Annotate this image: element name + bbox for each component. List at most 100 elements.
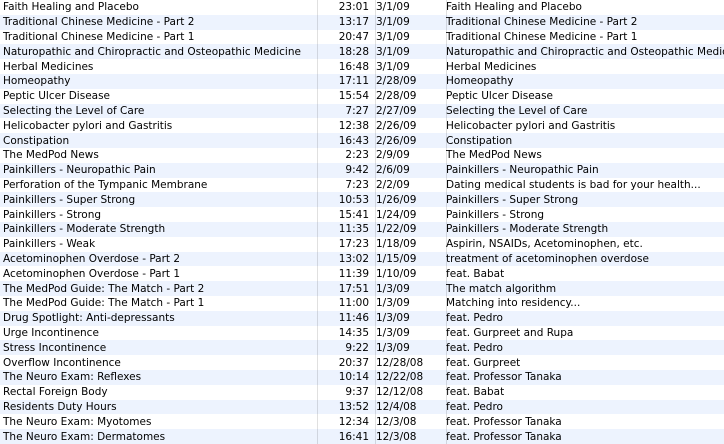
episode-description: Helicobacter pylori and Gastritis: [446, 119, 616, 132]
episode-name: Perforation of the Tympanic Membrane: [3, 178, 208, 191]
episode-release-date: 1/10/09: [376, 267, 417, 280]
episode-name: Faith Healing and Placebo: [3, 1, 139, 14]
episode-name: Urge Incontinence: [3, 326, 99, 339]
table-row[interactable]: The Neuro Exam: Reflexes 10:14 12/22/08 …: [0, 369, 724, 385]
episode-release-date: 2/28/09: [376, 75, 417, 88]
episode-name: Constipation: [3, 134, 70, 147]
episode-description: Painkillers - Neuropathic Pain: [446, 164, 599, 177]
episode-release-date: 3/1/09: [376, 30, 410, 43]
episode-name: The MedPod Guide: The Match - Part 2: [3, 282, 205, 295]
table-row[interactable]: Urge Incontinence 14:35 1/3/09 feat. Gur…: [0, 326, 724, 341]
table-row[interactable]: Rectal Foreign Body 9:37 12/12/08 feat. …: [0, 385, 724, 400]
episode-name: Residents Duty Hours: [3, 400, 117, 413]
table-row[interactable]: Traditional Chinese Medicine - Part 1 20…: [0, 30, 724, 45]
episode-name: Painkillers - Weak: [3, 238, 96, 251]
episode-name: Naturopathic and Chiropractic and Osteop…: [3, 45, 301, 58]
episode-release-date: 1/18/09: [376, 238, 417, 251]
table-row[interactable]: Faith Healing and Placebo 23:01 3/1/09 F…: [0, 0, 724, 15]
episode-time: 15:54: [338, 90, 369, 103]
table-row[interactable]: Stress Incontinence 9:22 1/3/09 feat. Pe…: [0, 340, 724, 356]
episode-release-date: 2/27/09: [376, 104, 417, 117]
episode-name: The Neuro Exam: Myotomes: [3, 415, 152, 428]
column-divider-name: [317, 0, 318, 444]
episode-time: 11:39: [338, 267, 369, 280]
episode-description: The MedPod News: [446, 149, 542, 162]
episode-name: Painkillers - Neuropathic Pain: [3, 164, 156, 177]
episode-name: Overflow Incontinence: [3, 356, 121, 369]
table-row[interactable]: Peptic Ulcer Disease 15:54 2/28/09 Pepti…: [0, 89, 724, 104]
table-row[interactable]: Selecting the Level of Care 7:27 2/27/09…: [0, 103, 724, 119]
episode-name: Drug Spotlight: Anti-depressants: [3, 312, 175, 325]
table-row[interactable]: Drug Spotlight: Anti-depressants 11:46 1…: [0, 310, 724, 326]
episode-release-date: 2/6/09: [376, 164, 410, 177]
table-row[interactable]: Traditional Chinese Medicine - Part 2 13…: [0, 14, 724, 30]
table-row[interactable]: The MedPod Guide: The Match - Part 2 17:…: [0, 281, 724, 296]
table-row[interactable]: Residents Duty Hours 13:52 12/4/08 feat.…: [0, 399, 724, 415]
episode-description: feat. Gurpreet and Rupa: [446, 326, 574, 339]
episode-time: 2:23: [345, 149, 369, 162]
episode-time: 14:35: [338, 326, 369, 339]
table-row[interactable]: Herbal Medicines 16:48 3/1/09 Herbal Med…: [0, 59, 724, 74]
episode-release-date: 1/3/09: [376, 326, 410, 339]
episode-release-date: 3/1/09: [376, 60, 410, 73]
table-row[interactable]: Painkillers - Strong 15:41 1/24/09 Paink…: [0, 207, 724, 222]
episode-name: Painkillers - Strong: [3, 208, 102, 221]
column-divider-time: [375, 0, 376, 444]
episode-time: 12:38: [338, 119, 369, 132]
table-row[interactable]: The MedPod Guide: The Match - Part 1 11:…: [0, 296, 724, 311]
episode-name: The Neuro Exam: Reflexes: [3, 371, 142, 384]
table-row[interactable]: Constipation 16:43 2/26/09 Constipation: [0, 133, 724, 148]
episode-time: 13:17: [338, 16, 369, 29]
episode-description: feat. Babat: [446, 386, 505, 399]
episode-name: The Neuro Exam: Dermatomes: [3, 430, 166, 443]
episode-time: 16:41: [338, 430, 369, 443]
episode-description: Herbal Medicines: [446, 60, 537, 73]
episode-release-date: 12/3/08: [376, 430, 417, 443]
episode-time: 18:28: [338, 45, 369, 58]
table-row[interactable]: Homeopathy 17:11 2/28/09 Homeopathy: [0, 73, 724, 89]
episode-time: 13:02: [338, 252, 369, 265]
episode-name: Rectal Foreign Body: [3, 386, 108, 399]
episode-time: 16:48: [338, 60, 369, 73]
episode-name: Stress Incontinence: [3, 341, 107, 354]
table-row[interactable]: Acetominophen Overdose - Part 1 11:39 1/…: [0, 266, 724, 281]
episode-name: Acetominophen Overdose - Part 1: [3, 267, 181, 280]
episode-description: Traditional Chinese Medicine - Part 2: [446, 16, 638, 29]
episode-release-date: 2/9/09: [376, 149, 410, 162]
episode-release-date: 2/2/09: [376, 178, 410, 191]
table-row[interactable]: Naturopathic and Chiropractic and Osteop…: [0, 44, 724, 60]
table-row[interactable]: Overflow Incontinence 20:37 12/28/08 fea…: [0, 355, 724, 370]
table-row[interactable]: Painkillers - Super Strong 10:53 1/26/09…: [0, 192, 724, 208]
episode-release-date: 12/3/08: [376, 415, 417, 428]
episode-time: 20:47: [338, 30, 369, 43]
episode-release-date: 1/3/09: [376, 297, 410, 310]
episode-release-date: 1/3/09: [376, 282, 410, 295]
table-row[interactable]: Acetominophen Overdose - Part 2 13:02 1/…: [0, 251, 724, 267]
table-row[interactable]: Painkillers - Neuropathic Pain 9:42 2/6/…: [0, 162, 724, 178]
table-row[interactable]: Painkillers - Moderate Strength 11:35 1/…: [0, 221, 724, 237]
episode-name: Homeopathy: [3, 75, 71, 88]
episode-description: Selecting the Level of Care: [446, 104, 588, 117]
table-row[interactable]: Painkillers - Weak 17:23 1/18/09 Aspirin…: [0, 237, 724, 252]
table-row[interactable]: The Neuro Exam: Myotomes 12:34 12/3/08 f…: [0, 414, 724, 429]
episode-description: Matching into residency...: [446, 297, 581, 310]
table-row[interactable]: The MedPod News 2:23 2/9/09 The MedPod N…: [0, 148, 724, 163]
episode-release-date: 12/12/08: [376, 386, 424, 399]
episode-release-date: 1/24/09: [376, 208, 417, 221]
episode-time: 10:53: [338, 193, 369, 206]
episode-time: 17:23: [338, 238, 369, 251]
episode-time: 11:00: [338, 297, 369, 310]
episode-release-date: 12/22/08: [376, 371, 424, 384]
table-row[interactable]: The Neuro Exam: Dermatomes 16:41 12/3/08…: [0, 429, 724, 444]
episode-description: Traditional Chinese Medicine - Part 1: [446, 30, 638, 43]
episode-name: The MedPod Guide: The Match - Part 1: [3, 297, 205, 310]
episode-time: 7:23: [345, 178, 369, 191]
table-row[interactable]: Perforation of the Tympanic Membrane 7:2…: [0, 178, 724, 193]
episode-release-date: 3/1/09: [376, 45, 410, 58]
episode-release-date: 2/26/09: [376, 134, 417, 147]
episode-time: 9:42: [345, 164, 369, 177]
table-row[interactable]: Helicobacter pylori and Gastritis 12:38 …: [0, 118, 724, 133]
episode-time: 12:34: [338, 415, 369, 428]
episode-description: feat. Professor Tanaka: [446, 430, 562, 443]
episode-description: feat. Pedro: [446, 400, 503, 413]
